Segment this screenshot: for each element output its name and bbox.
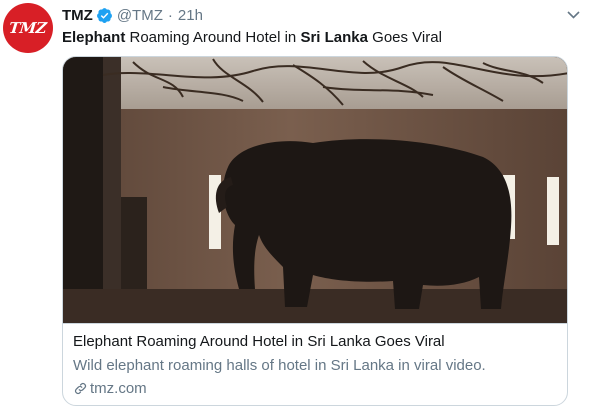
card-description: Wild elephant roaming halls of hotel in … xyxy=(73,357,486,374)
tweet-text-part: Goes Viral xyxy=(367,29,442,46)
handle[interactable]: @TMZ xyxy=(117,7,163,24)
separator-dot: · xyxy=(167,6,173,24)
card-title[interactable]: Elephant Roaming Around Hotel in Sri Lan… xyxy=(73,333,445,350)
chevron-down-icon[interactable] xyxy=(564,8,582,22)
tweet-text-part: Elephant xyxy=(62,29,126,46)
tweet-header: TMZ @TMZ · 21h xyxy=(62,4,203,26)
link-card[interactable]: Elephant Roaming Around Hotel in Sri Lan… xyxy=(62,56,568,406)
tweet-text-part: Sri Lanka xyxy=(300,29,368,46)
tweet-text: Elephant Roaming Around Hotel in Sri Lan… xyxy=(62,28,442,48)
tweet-text-part: Roaming Around Hotel in xyxy=(125,29,301,46)
avatar-logo-text: TMZ xyxy=(8,19,48,37)
card-domain-text[interactable]: tmz.com xyxy=(90,380,147,397)
avatar[interactable]: TMZ xyxy=(3,3,53,53)
link-icon xyxy=(73,381,88,396)
card-image[interactable] xyxy=(63,57,567,323)
card-body[interactable]: Elephant Roaming Around Hotel in Sri Lan… xyxy=(63,323,567,405)
verified-badge-icon xyxy=(96,7,113,24)
card-domain[interactable]: tmz.com xyxy=(73,380,147,397)
display-name[interactable]: TMZ xyxy=(62,7,93,24)
timestamp[interactable]: 21h xyxy=(178,7,203,24)
